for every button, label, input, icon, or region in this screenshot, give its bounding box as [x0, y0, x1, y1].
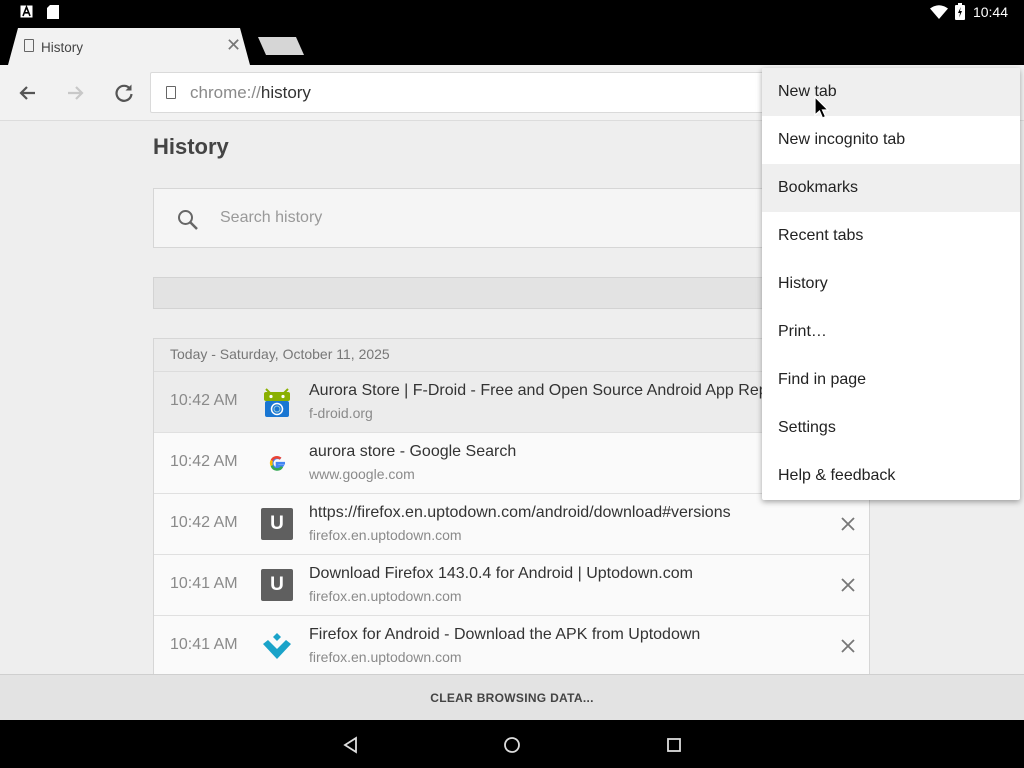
menu-item-settings[interactable]: Settings — [762, 404, 1020, 452]
navigation-bar — [0, 720, 1024, 768]
entry-domain: firefox.en.uptodown.com — [309, 588, 462, 604]
back-nav-icon[interactable] — [340, 734, 362, 756]
entry-domain: f-droid.org — [309, 405, 373, 421]
page-title: History — [153, 134, 229, 159]
status-bar: 10:44 — [0, 0, 1024, 25]
entry-domain: firefox.en.uptodown.com — [309, 527, 462, 543]
close-tab-icon[interactable]: ✕ — [226, 35, 241, 56]
entry-time: 10:42 AM — [170, 514, 238, 531]
tab-title: History — [41, 40, 84, 55]
recents-nav-icon[interactable] — [663, 734, 685, 756]
back-arrow-icon[interactable] — [14, 79, 42, 107]
search-icon — [176, 208, 200, 236]
url-text[interactable]: chrome://history — [190, 83, 311, 103]
mouse-cursor-icon — [814, 95, 830, 120]
menu-item-help-feedback[interactable]: Help & feedback — [762, 452, 1020, 500]
fdroid-icon — [261, 386, 293, 418]
entry-domain: firefox.en.uptodown.com — [309, 649, 462, 665]
uptodown-letter-icon: U — [261, 569, 293, 601]
home-nav-icon[interactable] — [501, 734, 523, 756]
history-entry[interactable]: 10:41 AM Firefox for Android - Download … — [154, 616, 869, 674]
entry-domain: www.google.com — [309, 466, 415, 482]
menu-item-bookmarks[interactable]: Bookmarks — [762, 164, 1020, 212]
new-tab-button[interactable] — [258, 37, 304, 55]
remove-entry-icon[interactable] — [840, 577, 856, 593]
clear-browsing-data-button[interactable]: CLEAR BROWSING DATA... — [0, 675, 1024, 721]
page-icon — [24, 39, 34, 52]
remove-entry-icon[interactable] — [840, 638, 856, 654]
entry-title[interactable]: https://firefox.en.uptodown.com/android/… — [309, 504, 789, 522]
reload-icon[interactable] — [110, 79, 138, 107]
entry-title[interactable]: Firefox for Android - Download the APK f… — [309, 626, 789, 644]
history-entry[interactable]: 10:42 AM U https://firefox.en.uptodown.c… — [154, 494, 869, 555]
menu-item-recent-tabs[interactable]: Recent tabs — [762, 212, 1020, 260]
menu-item-print[interactable]: Print… — [762, 308, 1020, 356]
clock: 10:44 — [972, 4, 1008, 20]
menu-item-new-tab[interactable]: New tab — [762, 68, 1020, 116]
sd-card-icon — [47, 5, 59, 22]
menu-item-find-in-page[interactable]: Find in page — [762, 356, 1020, 404]
entry-title[interactable]: Aurora Store | F-Droid - Free and Open S… — [309, 382, 789, 400]
bottom-action-bar: CLEAR BROWSING DATA... — [0, 674, 1024, 720]
google-icon — [261, 447, 293, 479]
entry-time: 10:42 AM — [170, 453, 238, 470]
wifi-icon — [930, 5, 948, 22]
forward-arrow-icon[interactable] — [61, 79, 89, 107]
uptodown-letter-icon: U — [261, 508, 293, 540]
tab-history[interactable]: History ✕ — [8, 28, 250, 65]
a-notification-icon — [20, 4, 33, 21]
history-entry[interactable]: 10:41 AM U Download Firefox 143.0.4 for … — [154, 555, 869, 616]
omnibox[interactable]: chrome://history — [150, 72, 770, 113]
overflow-menu: New tab New incognito tab Bookmarks Rece… — [762, 68, 1020, 500]
uptodown-logo-icon — [261, 630, 293, 662]
tab-strip: History ✕ — [0, 25, 1024, 65]
entry-title[interactable]: Download Firefox 143.0.4 for Android | U… — [309, 565, 789, 583]
menu-item-new-incognito-tab[interactable]: New incognito tab — [762, 116, 1020, 164]
entry-title[interactable]: aurora store - Google Search — [309, 443, 789, 461]
entry-time: 10:41 AM — [170, 636, 238, 653]
page-info-icon[interactable] — [166, 86, 176, 99]
entry-time: 10:42 AM — [170, 392, 238, 409]
search-placeholder: Search history — [220, 209, 323, 226]
battery-icon — [955, 3, 965, 23]
entry-time: 10:41 AM — [170, 575, 238, 592]
menu-item-history[interactable]: History — [762, 260, 1020, 308]
remove-entry-icon[interactable] — [840, 516, 856, 532]
